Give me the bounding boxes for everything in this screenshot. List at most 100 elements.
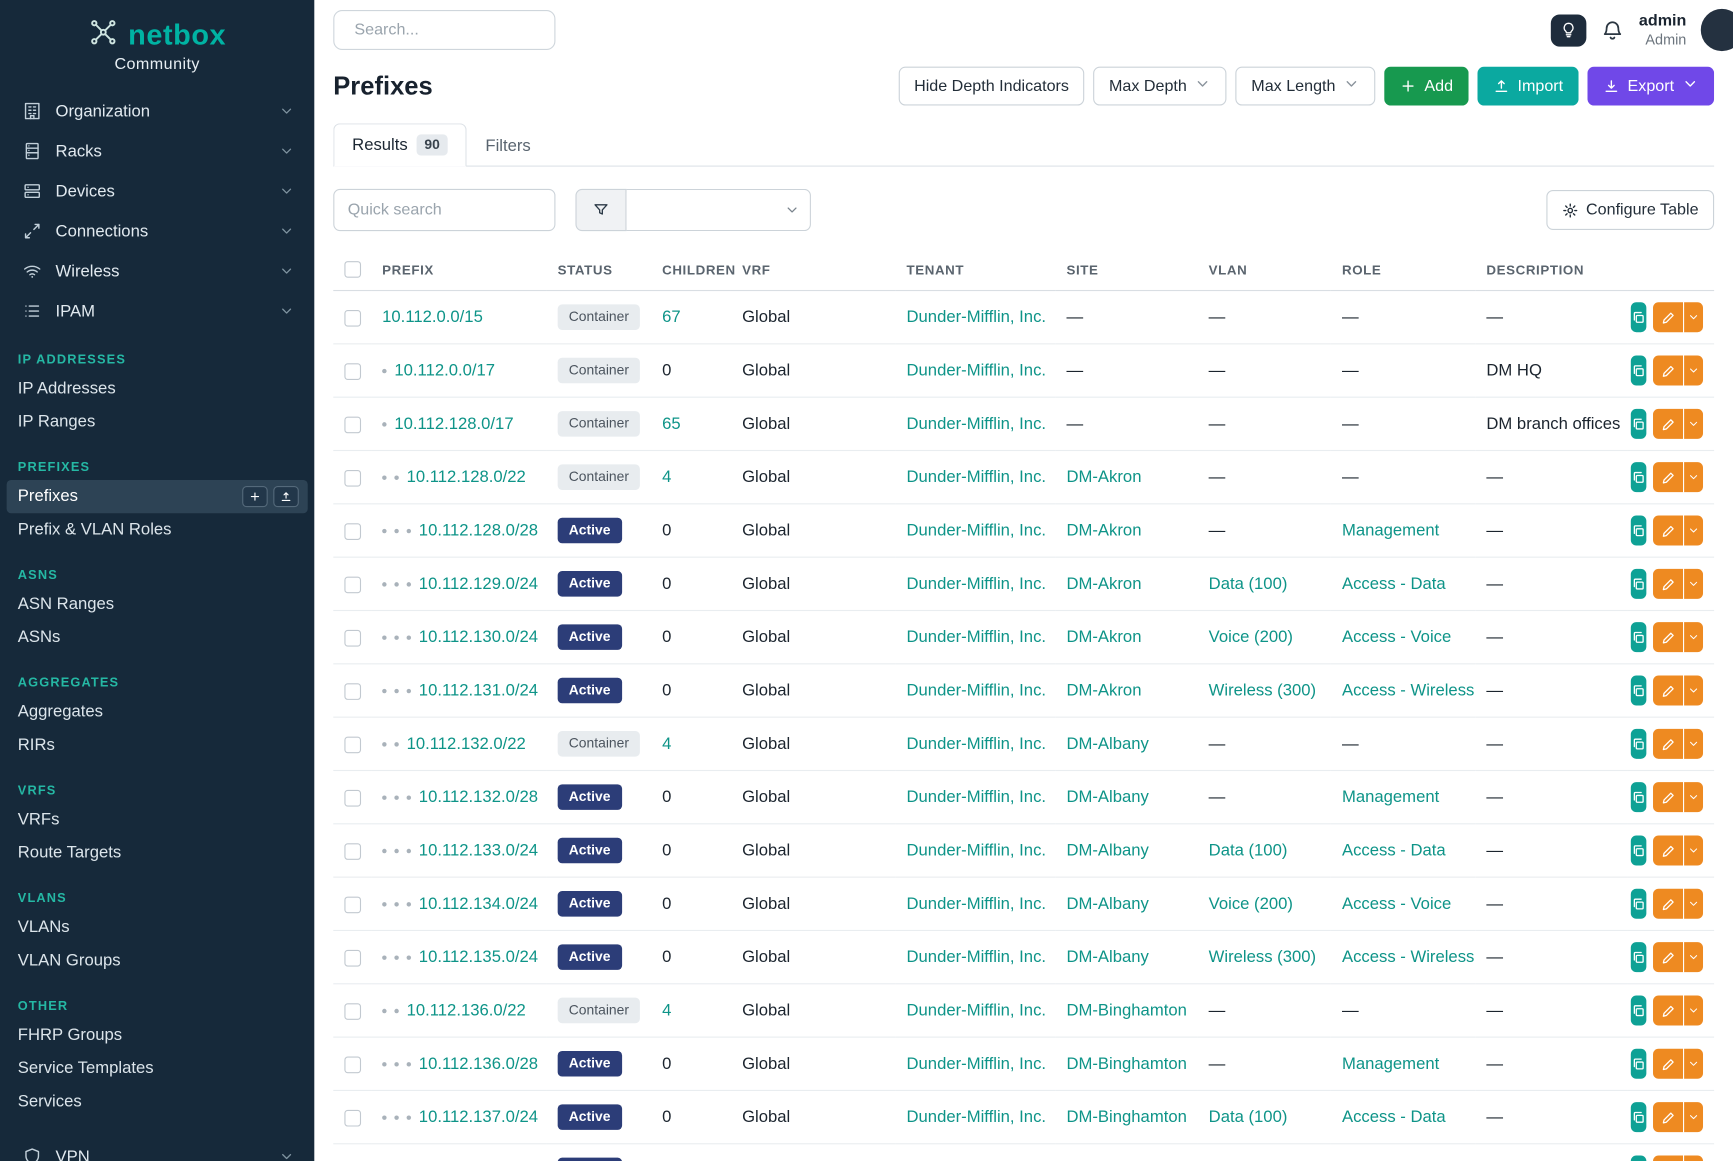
tenant-link[interactable]: Dunder-Mifflin, Inc. [906, 1055, 1046, 1074]
edit-button[interactable] [1653, 996, 1683, 1026]
role-link[interactable]: Access - Wireless [1342, 948, 1474, 967]
site-link[interactable]: DM-Albany [1066, 788, 1148, 807]
vlan-link[interactable]: Data (100) [1209, 1108, 1288, 1127]
prefix-link[interactable]: 10.112.0.0/17 [394, 361, 495, 380]
site-link[interactable]: DM-Albany [1066, 841, 1148, 860]
column-header-role[interactable]: ROLE [1331, 249, 1475, 291]
vlan-link[interactable]: Data (100) [1209, 841, 1288, 860]
max-depth-dropdown[interactable]: Max Depth [1093, 67, 1226, 106]
table-row[interactable]: 10.112.129.0/24 Active 0 Global Dunder-M… [333, 558, 1714, 611]
hide-depth-indicators-button[interactable]: Hide Depth Indicators [899, 67, 1085, 106]
vlan-link[interactable]: Wireless (300) [1209, 948, 1316, 967]
tenant-link[interactable]: Dunder-Mifflin, Inc. [906, 628, 1046, 647]
copy-button[interactable] [1631, 463, 1647, 493]
children-count[interactable]: 0 [662, 841, 671, 860]
row-checkbox[interactable] [344, 950, 361, 967]
table-row[interactable]: 10.112.135.0/24 Active 0 Global Dunder-M… [333, 931, 1714, 984]
edit-dropdown-button[interactable] [1684, 623, 1703, 653]
role-link[interactable]: Access - Data [1342, 575, 1446, 594]
site-link[interactable]: DM-Albany [1066, 895, 1148, 914]
sidebar-item-vpn[interactable]: VPN [0, 1137, 314, 1161]
edit-dropdown-button[interactable] [1684, 1156, 1703, 1161]
children-count[interactable]: 0 [662, 521, 671, 540]
edit-dropdown-button[interactable] [1684, 516, 1703, 546]
table-row[interactable]: 10.112.133.0/24 Active 0 Global Dunder-M… [333, 824, 1714, 877]
tenant-link[interactable]: Dunder-Mifflin, Inc. [906, 895, 1046, 914]
edit-dropdown-button[interactable] [1684, 463, 1703, 493]
copy-button[interactable] [1631, 623, 1647, 653]
sidebar-link-aggregates[interactable]: Aggregates [0, 695, 314, 728]
edit-dropdown-button[interactable] [1684, 676, 1703, 706]
quick-import-button[interactable] [273, 486, 299, 507]
vlan-link[interactable]: Voice (200) [1209, 895, 1293, 914]
edit-dropdown-button[interactable] [1684, 729, 1703, 759]
role-link[interactable]: Access - Voice [1342, 895, 1451, 914]
edit-dropdown-button[interactable] [1684, 889, 1703, 919]
table-row[interactable]: 10.112.134.0/24 Active 0 Global Dunder-M… [333, 877, 1714, 930]
edit-dropdown-button[interactable] [1684, 1049, 1703, 1079]
site-link[interactable]: DM-Akron [1066, 575, 1141, 594]
site-link[interactable]: DM-Akron [1066, 468, 1141, 487]
prefix-link[interactable]: 10.112.128.0/17 [394, 415, 513, 434]
tenant-link[interactable]: Dunder-Mifflin, Inc. [906, 415, 1046, 434]
prefix-link[interactable]: 10.112.129.0/24 [419, 575, 538, 594]
children-count[interactable]: 0 [662, 1108, 671, 1127]
role-link[interactable]: Management [1342, 788, 1439, 807]
prefix-link[interactable]: 10.112.132.0/22 [407, 735, 526, 754]
sidebar-link-services[interactable]: Services [0, 1085, 314, 1118]
table-row[interactable]: 10.112.132.0/28 Active 0 Global Dunder-M… [333, 771, 1714, 824]
table-row[interactable]: 10.112.128.0/28 Active 0 Global Dunder-M… [333, 504, 1714, 557]
configure-table-button[interactable]: Configure Table [1546, 190, 1714, 230]
avatar[interactable] [1701, 9, 1733, 51]
sidebar-link-service-templates[interactable]: Service Templates [0, 1052, 314, 1085]
tenant-link[interactable]: Dunder-Mifflin, Inc. [906, 841, 1046, 860]
table-row[interactable]: 10.112.0.0/15 Container 67 Global Dunder… [333, 291, 1714, 344]
copy-button[interactable] [1631, 1156, 1647, 1161]
edit-button[interactable] [1653, 942, 1683, 972]
site-link[interactable]: DM-Binghamton [1066, 1055, 1186, 1074]
table-row[interactable]: 10.112.131.0/24 Active 0 Global Dunder-M… [333, 664, 1714, 717]
sidebar-item-organization[interactable]: Organization [0, 91, 314, 131]
select-all-checkbox[interactable] [344, 261, 361, 278]
sidebar-link-fhrp-groups[interactable]: FHRP Groups [0, 1019, 314, 1052]
table-row[interactable]: 10.112.128.0/22 Container 4 Global Dunde… [333, 451, 1714, 504]
edit-button[interactable] [1653, 783, 1683, 813]
table-row[interactable]: 10.112.0.0/17 Container 0 Global Dunder-… [333, 344, 1714, 397]
column-header-children[interactable]: CHILDREN [651, 249, 731, 291]
sidebar-link-vrfs[interactable]: VRFs [0, 803, 314, 836]
children-count[interactable]: 0 [662, 895, 671, 914]
edit-dropdown-button[interactable] [1684, 356, 1703, 386]
children-count[interactable]: 0 [662, 1055, 671, 1074]
column-header-description[interactable]: DESCRIPTION [1475, 249, 1627, 291]
table-row[interactable]: 10.112.132.0/22 Container 4 Global Dunde… [333, 718, 1714, 771]
sidebar-link-ip-addresses[interactable]: IP Addresses [0, 372, 314, 405]
prefix-link[interactable]: 10.112.128.0/22 [407, 468, 526, 487]
prefix-link[interactable]: 10.112.134.0/24 [419, 895, 538, 914]
role-link[interactable]: Access - Data [1342, 1108, 1446, 1127]
row-checkbox[interactable] [344, 1110, 361, 1127]
sidebar-item-wireless[interactable]: Wireless [0, 251, 314, 291]
tenant-link[interactable]: Dunder-Mifflin, Inc. [906, 1108, 1046, 1127]
tenant-link[interactable]: Dunder-Mifflin, Inc. [906, 308, 1046, 327]
vlan-link[interactable]: Wireless (300) [1209, 681, 1316, 700]
row-checkbox[interactable] [344, 896, 361, 913]
row-checkbox[interactable] [344, 683, 361, 700]
edit-button[interactable] [1653, 303, 1683, 333]
copy-button[interactable] [1631, 1049, 1647, 1079]
site-link[interactable]: DM-Albany [1066, 735, 1148, 754]
max-length-dropdown[interactable]: Max Length [1236, 67, 1376, 106]
sidebar-link-prefix-vlan-roles[interactable]: Prefix & VLAN Roles [0, 513, 314, 546]
role-link[interactable]: Management [1342, 1055, 1439, 1074]
copy-button[interactable] [1631, 303, 1647, 333]
tenant-link[interactable]: Dunder-Mifflin, Inc. [906, 521, 1046, 540]
edit-button[interactable] [1653, 1049, 1683, 1079]
table-row[interactable]: 10.112.137.0/24 Active 0 Global Dunder-M… [333, 1091, 1714, 1144]
sidebar-item-ipam[interactable]: IPAM [0, 291, 314, 331]
brand[interactable]: netbox Community [0, 0, 314, 73]
children-count[interactable]: 0 [662, 681, 671, 700]
column-header-vrf[interactable]: VRF [731, 249, 895, 291]
global-search[interactable] [333, 10, 555, 50]
search-input[interactable] [354, 21, 562, 39]
row-checkbox[interactable] [344, 1056, 361, 1073]
copy-button[interactable] [1631, 836, 1647, 866]
